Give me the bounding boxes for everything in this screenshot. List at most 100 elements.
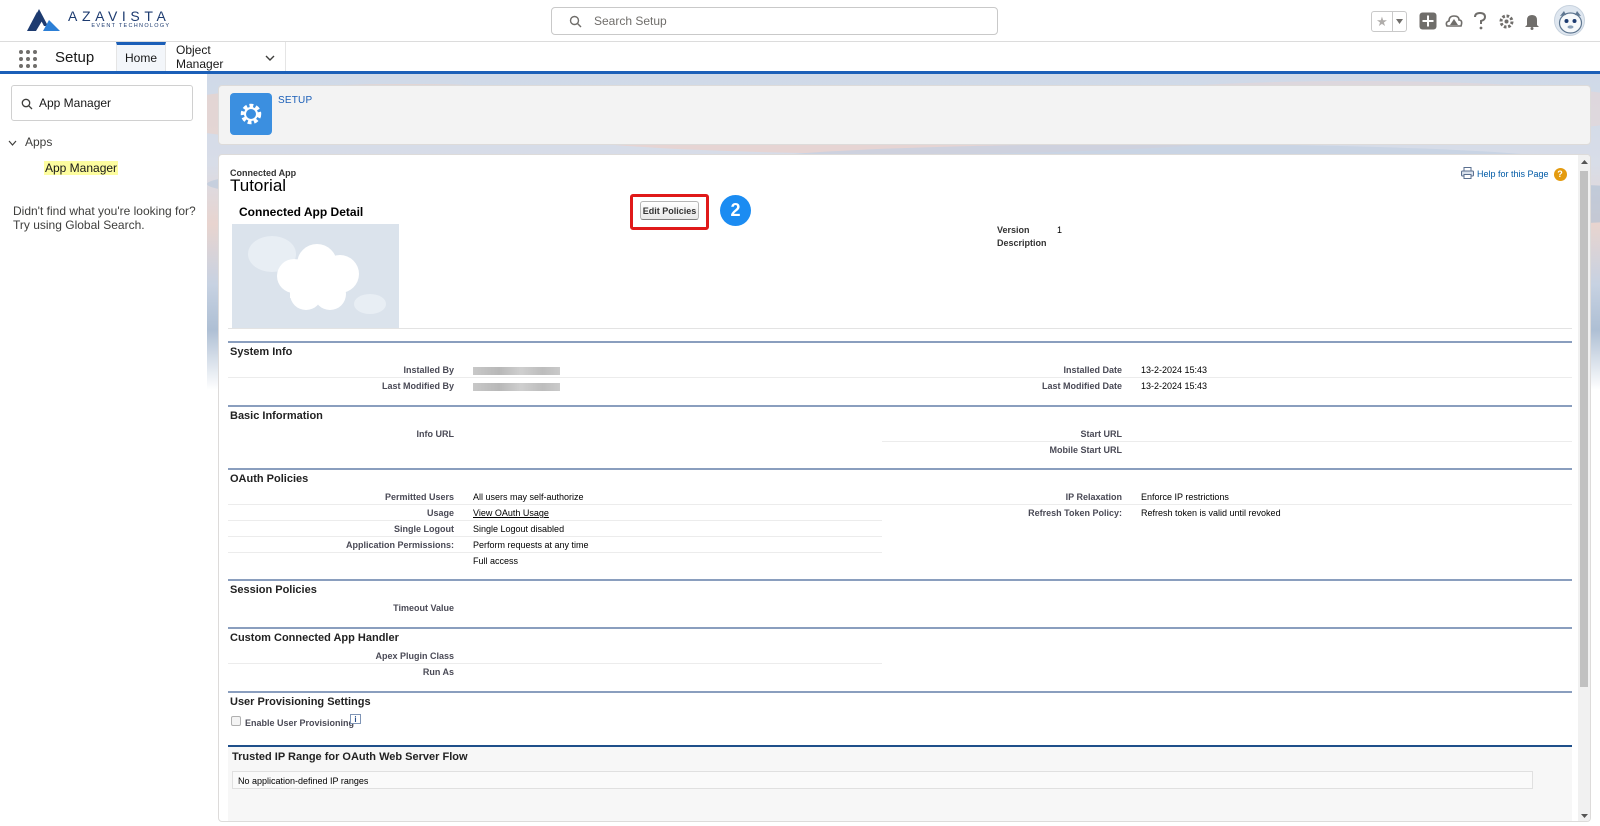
- company-logo[interactable]: AZAVISTA EVENT TECHNOLOGY: [27, 9, 170, 31]
- gear-icon[interactable]: [1496, 11, 1516, 31]
- row-divider: [228, 552, 882, 553]
- connected-app-detail-page: Connected App Tutorial Help for this Pag…: [218, 154, 1591, 822]
- chevron-down-icon[interactable]: [8, 135, 17, 149]
- section-oauth-policies: OAuth Policies Permitted Users All users…: [228, 468, 1572, 578]
- step-badge: 2: [720, 195, 751, 226]
- apex-plugin-class-label: Apex Plugin Class: [375, 651, 454, 661]
- bell-icon[interactable]: [1522, 11, 1542, 31]
- logo-tagline: EVENT TECHNOLOGY: [91, 23, 171, 29]
- app-launcher-icon[interactable]: [19, 50, 37, 68]
- gear-icon: [230, 93, 272, 135]
- chevron-down-icon[interactable]: [1392, 12, 1406, 31]
- ip-relaxation-value: Enforce IP restrictions: [1141, 492, 1229, 502]
- azavista-logo-icon: [27, 9, 60, 31]
- global-search[interactable]: [551, 7, 998, 35]
- run-as-label: Run As: [422, 667, 454, 677]
- connected-app-logo: [232, 224, 399, 328]
- installed-date-label: Installed Date: [1063, 365, 1122, 375]
- quick-find-box[interactable]: [11, 85, 193, 121]
- favorites-group: ★: [1371, 11, 1407, 32]
- last-modified-date-value: 13-2-2024 15:43: [1141, 381, 1208, 391]
- trailhead-icon[interactable]: [1444, 11, 1464, 31]
- section-session-policies: Session Policies Timeout Value: [228, 579, 1572, 626]
- help-for-page-link[interactable]: Help for this Page ?: [1461, 167, 1567, 181]
- enable-user-provisioning-label: Enable User Provisioning: [245, 718, 355, 728]
- row-divider: [228, 504, 1572, 505]
- scrollbar-thumb[interactable]: [1580, 171, 1588, 687]
- row-divider: [228, 663, 882, 664]
- single-logout-value: Single Logout disabled: [473, 524, 565, 534]
- scrollbar[interactable]: [1578, 155, 1590, 821]
- row-divider: [882, 441, 1572, 442]
- description-label: Description: [997, 238, 1047, 248]
- quick-find-input[interactable]: [39, 95, 189, 111]
- logo-name: AZAVISTA: [68, 8, 171, 24]
- mobile-start-url-label: Mobile Start URL: [1049, 445, 1122, 455]
- section-title: User Provisioning Settings: [230, 696, 371, 708]
- permitted-users-value: All users may self-authorize: [473, 492, 584, 502]
- view-oauth-usage-link-text[interactable]: View OAuth Usage: [473, 508, 549, 518]
- printer-icon[interactable]: [1461, 167, 1474, 181]
- global-header: AZAVISTA EVENT TECHNOLOGY ★: [0, 0, 1600, 42]
- connected-app-detail-title: Connected App Detail: [239, 205, 364, 219]
- tab-object-manager[interactable]: Object Manager: [166, 42, 286, 71]
- help-icon[interactable]: ?: [1553, 167, 1567, 181]
- help-icon[interactable]: [1470, 11, 1490, 31]
- section-title: System Info: [230, 346, 293, 358]
- section-title: Custom Connected App Handler: [230, 632, 399, 644]
- timeout-value-label: Timeout Value: [393, 603, 454, 613]
- tree-group-label: Apps: [25, 135, 53, 149]
- application-permission-value: Perform requests at any time: [473, 540, 589, 550]
- tree-item-app-manager[interactable]: App Manager: [44, 161, 119, 175]
- page-title: Tutorial: [230, 176, 287, 195]
- setup-header-card: SETUP: [218, 85, 1591, 145]
- setup-sidebar: Apps App Manager Didn't find what you're…: [0, 74, 207, 826]
- single-logout-label: Single Logout: [394, 524, 454, 534]
- help-text-line: Didn't find what you're looking for?: [13, 204, 196, 218]
- info-icon[interactable]: i: [350, 714, 361, 724]
- divider: [228, 328, 1572, 329]
- section-trusted-ip-range: Trusted IP Range for OAuth Web Server Fl…: [228, 745, 1572, 821]
- last-modified-by-label: Last Modified By: [381, 381, 454, 391]
- scroll-up-icon[interactable]: [1580, 158, 1588, 166]
- section-custom-handler: Custom Connected App Handler Apex Plugin…: [228, 627, 1572, 689]
- last-modified-by-redacted: [473, 383, 560, 391]
- installed-by-label: Installed By: [403, 365, 454, 375]
- search-icon: [569, 15, 582, 33]
- edit-policies-button[interactable]: Edit Policies: [640, 201, 699, 220]
- trusted-ip-list: No application-defined IP ranges: [232, 771, 1533, 789]
- section-basic-information: Basic Information Info URL Start URL Mob…: [228, 405, 1572, 467]
- help-link-label[interactable]: Help for this Page: [1477, 169, 1549, 179]
- installed-date-value: 13-2-2024 15:43: [1141, 365, 1208, 375]
- scroll-down-icon[interactable]: [1580, 812, 1588, 820]
- section-title: Trusted IP Range for OAuth Web Server Fl…: [232, 751, 468, 763]
- info-url-label: Info URL: [416, 429, 455, 439]
- context-nav: Setup Home Object Manager: [0, 42, 1600, 74]
- view-oauth-usage-link[interactable]: View OAuth Usage: [473, 508, 549, 518]
- last-modified-date-label: Last Modified Date: [1041, 381, 1122, 391]
- ip-relaxation-label: IP Relaxation: [1065, 492, 1122, 502]
- section-title: Session Policies: [230, 584, 317, 596]
- start-url-label: Start URL: [1080, 429, 1122, 439]
- tab-home[interactable]: Home: [116, 42, 166, 71]
- application-permissions-label: Application Permissions:: [345, 540, 454, 550]
- chevron-down-icon[interactable]: [265, 50, 275, 64]
- tab-label: Home: [125, 51, 158, 65]
- refresh-token-policy-value: Refresh token is valid until revoked: [1141, 508, 1281, 518]
- enable-user-provisioning-checkbox[interactable]: [231, 716, 241, 726]
- star-icon[interactable]: ★: [1372, 12, 1392, 31]
- row-divider: [228, 536, 882, 537]
- add-icon[interactable]: [1418, 11, 1438, 31]
- usage-label: Usage: [426, 508, 454, 518]
- search-input[interactable]: [594, 12, 984, 30]
- permitted-users-label: Permitted Users: [384, 492, 454, 502]
- sidebar-help-text: Didn't find what you're looking for? Try…: [13, 204, 203, 232]
- avatar[interactable]: [1554, 5, 1585, 36]
- section-title: Basic Information: [230, 410, 323, 422]
- installed-by-redacted: [473, 367, 560, 375]
- setup-label: SETUP: [278, 95, 313, 106]
- tab-label: Object Manager: [176, 42, 224, 71]
- section-user-provisioning: User Provisioning Settings Enable User P…: [228, 691, 1572, 741]
- version-value: 1: [1057, 225, 1063, 235]
- tree-group-apps[interactable]: Apps: [8, 135, 52, 149]
